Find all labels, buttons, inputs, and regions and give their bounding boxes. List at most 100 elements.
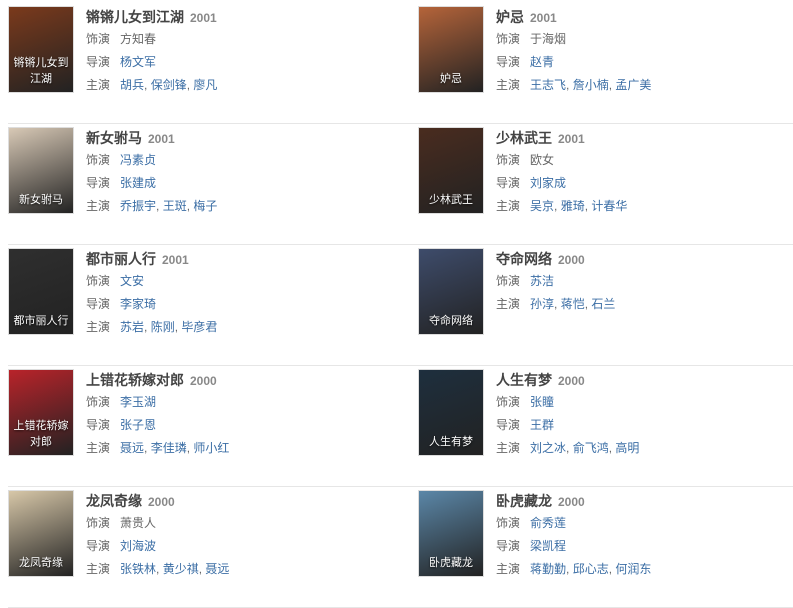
- person-link[interactable]: 李佳璘: [151, 441, 187, 455]
- film-title[interactable]: 上错花轿嫁对郎: [86, 372, 184, 388]
- person-link[interactable]: 胡兵: [120, 78, 144, 92]
- film-credit-line: 导演 张建成: [86, 172, 386, 195]
- person-link[interactable]: 刘家成: [530, 176, 566, 190]
- film-year: 2000: [190, 374, 217, 388]
- film-credit-line: 饰演 张瞳: [496, 391, 793, 414]
- film-title[interactable]: 少林武王: [496, 130, 552, 146]
- person-link[interactable]: 王斑: [163, 199, 187, 213]
- person-link[interactable]: 何润东: [615, 562, 651, 576]
- film-info: 锵锵儿女到江湖 2001 饰演 方知春 导演 杨文军 主演 胡兵, 保剑锋, 廖凡: [86, 6, 386, 97]
- character-name[interactable]: 冯素贞: [120, 153, 156, 167]
- person-link[interactable]: 计春华: [591, 199, 627, 213]
- person-link[interactable]: 詹小楠: [573, 78, 609, 92]
- film-poster[interactable]: 新女驸马: [8, 127, 74, 214]
- person-link[interactable]: 王志飞: [530, 78, 566, 92]
- person-link[interactable]: 赵青: [530, 55, 554, 69]
- film-poster[interactable]: 少林武王: [418, 127, 484, 214]
- film-credit-line: 饰演 于海烟: [496, 28, 793, 51]
- film-title[interactable]: 锵锵儿女到江湖: [86, 9, 184, 25]
- filmography-grid: 锵锵儿女到江湖 锵锵儿女到江湖 2001 饰演 方知春 导演 杨文军 主演 胡兵, 保剑锋, 廖…: [0, 0, 793, 608]
- person-link[interactable]: 刘之冰: [530, 441, 566, 455]
- film-credit-line: 饰演 李玉湖: [86, 391, 386, 414]
- person-link[interactable]: 蒋恺: [561, 297, 585, 311]
- person-link[interactable]: 乔振宇: [120, 199, 156, 213]
- person-link[interactable]: 梁凯程: [530, 539, 566, 553]
- film-credit-line: 饰演 文安: [86, 270, 386, 293]
- credit-label: 导演: [496, 418, 521, 432]
- person-link[interactable]: 吴京: [530, 199, 554, 213]
- film-year: 2001: [190, 11, 217, 25]
- person-link[interactable]: 孙淳: [530, 297, 554, 311]
- person-link[interactable]: 张子恩: [120, 418, 156, 432]
- credit-label: 主演: [86, 78, 111, 92]
- person-link[interactable]: 蒋勤勤: [530, 562, 566, 576]
- credit-label: 导演: [496, 539, 521, 553]
- film-title-line: 新女驸马 2001: [86, 127, 386, 149]
- person-link[interactable]: 苏岩: [120, 320, 144, 334]
- film-credit-line: 主演 张铁林, 黄少祺, 聂远: [86, 558, 386, 581]
- person-link[interactable]: 聂远: [120, 441, 144, 455]
- person-link[interactable]: 师小红: [193, 441, 229, 455]
- film-title[interactable]: 龙凤奇缘: [86, 493, 142, 509]
- person-link[interactable]: 张建成: [120, 176, 156, 190]
- person-link[interactable]: 保剑锋: [151, 78, 187, 92]
- person-link[interactable]: 梅子: [193, 199, 217, 213]
- person-link[interactable]: 石兰: [591, 297, 615, 311]
- credit-label: 主演: [86, 320, 111, 334]
- credit-label: 导演: [496, 176, 521, 190]
- character-name[interactable]: 俞秀莲: [530, 516, 566, 530]
- credit-label: 饰演: [496, 274, 521, 288]
- film-poster[interactable]: 龙凤奇缘: [8, 490, 74, 577]
- person-link[interactable]: 高明: [615, 441, 639, 455]
- film-item: 新女驸马 新女驸马 2001 饰演 冯素贞 导演 张建成 主演 乔振宇, 王斑, 梅子: [8, 127, 388, 227]
- film-poster[interactable]: 卧虎藏龙: [418, 490, 484, 577]
- person-link[interactable]: 雅琦: [561, 199, 585, 213]
- film-info: 龙凤奇缘 2000 饰演 萧贵人 导演 刘海波 主演 张铁林, 黄少祺, 聂远: [86, 490, 386, 581]
- person-link[interactable]: 孟广美: [615, 78, 651, 92]
- film-poster[interactable]: 夺命网络: [418, 248, 484, 335]
- film-poster[interactable]: 都市丽人行: [8, 248, 74, 335]
- character-name[interactable]: 李玉湖: [120, 395, 156, 409]
- film-credit-line: 饰演 欧女: [496, 149, 793, 172]
- person-link[interactable]: 俞飞鸿: [573, 441, 609, 455]
- film-title[interactable]: 夺命网络: [496, 251, 552, 267]
- film-title-line: 夺命网络 2000: [496, 248, 793, 270]
- filmography-row: 锵锵儿女到江湖 锵锵儿女到江湖 2001 饰演 方知春 导演 杨文军 主演 胡兵, 保剑锋, 廖…: [8, 2, 793, 124]
- credit-label: 导演: [496, 55, 521, 69]
- film-title-line: 少林武王 2001: [496, 127, 793, 149]
- person-link[interactable]: 陈刚: [151, 320, 175, 334]
- person-link[interactable]: 杨文军: [120, 55, 156, 69]
- person-link[interactable]: 聂远: [205, 562, 229, 576]
- person-link[interactable]: 李家琦: [120, 297, 156, 311]
- film-title[interactable]: 新女驸马: [86, 130, 142, 146]
- film-title[interactable]: 人生有梦: [496, 372, 552, 388]
- film-info: 上错花轿嫁对郎 2000 饰演 李玉湖 导演 张子恩 主演 聂远, 李佳璘, 师小红: [86, 369, 386, 460]
- film-title[interactable]: 卧虎藏龙: [496, 493, 552, 509]
- film-title[interactable]: 妒忌: [496, 9, 524, 25]
- credit-label: 饰演: [86, 395, 111, 409]
- credit-label: 导演: [86, 297, 111, 311]
- film-poster[interactable]: 妒忌: [418, 6, 484, 93]
- character-name[interactable]: 张瞳: [530, 395, 554, 409]
- person-link[interactable]: 毕彦君: [181, 320, 217, 334]
- film-poster[interactable]: 锵锵儿女到江湖: [8, 6, 74, 93]
- person-link[interactable]: 黄少祺: [163, 562, 199, 576]
- person-link[interactable]: 王群: [530, 418, 554, 432]
- film-credit-line: 主演 聂远, 李佳璘, 师小红: [86, 437, 386, 460]
- film-item: 人生有梦 人生有梦 2000 饰演 张瞳 导演 王群 主演 刘之冰, 俞飞鸿, 高明: [418, 369, 793, 469]
- film-info: 人生有梦 2000 饰演 张瞳 导演 王群 主演 刘之冰, 俞飞鸿, 高明: [496, 369, 793, 460]
- film-credit-line: 导演 李家琦: [86, 293, 386, 316]
- character-name[interactable]: 文安: [120, 274, 144, 288]
- film-title[interactable]: 都市丽人行: [86, 251, 156, 267]
- person-link[interactable]: 刘海波: [120, 539, 156, 553]
- film-poster[interactable]: 人生有梦: [418, 369, 484, 456]
- character-name[interactable]: 苏洁: [530, 274, 554, 288]
- film-title-line: 上错花轿嫁对郎 2000: [86, 369, 386, 391]
- film-poster[interactable]: 上错花轿嫁对郎: [8, 369, 74, 456]
- person-link[interactable]: 廖凡: [193, 78, 217, 92]
- person-link[interactable]: 张铁林: [120, 562, 156, 576]
- person-link[interactable]: 邱心志: [573, 562, 609, 576]
- film-credit-line: 饰演 苏洁: [496, 270, 793, 293]
- credit-label: 饰演: [496, 153, 521, 167]
- name-separator: ,: [566, 562, 573, 576]
